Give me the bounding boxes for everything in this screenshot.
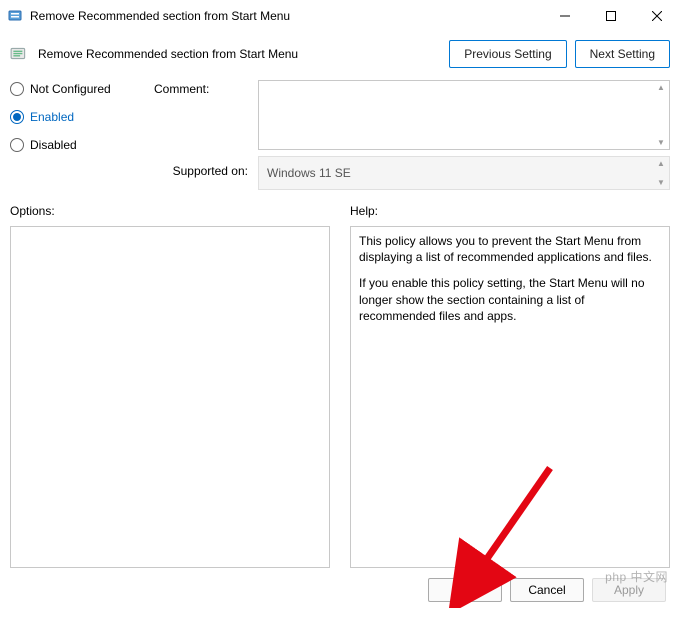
help-paragraph: This policy allows you to prevent the St… bbox=[359, 233, 661, 265]
next-setting-button[interactable]: Next Setting bbox=[575, 40, 670, 68]
policy-title: Remove Recommended section from Start Me… bbox=[38, 47, 441, 61]
options-panel bbox=[10, 226, 330, 568]
radio-label: Disabled bbox=[30, 138, 77, 152]
options-label: Options: bbox=[10, 204, 330, 218]
help-panel: This policy allows you to prevent the St… bbox=[350, 226, 670, 568]
config-grid: Not Configured Enabled Disabled Comment:… bbox=[0, 80, 680, 198]
header-row: Remove Recommended section from Start Me… bbox=[0, 32, 680, 80]
supported-on-label: Supported on: bbox=[154, 156, 254, 178]
scroll-up-icon: ▲ bbox=[657, 159, 665, 168]
options-column: Options: bbox=[10, 204, 330, 568]
window-title: Remove Recommended section from Start Me… bbox=[30, 9, 542, 23]
radio-not-configured[interactable]: Not Configured bbox=[10, 82, 150, 96]
lower-panels: Options: Help: This policy allows you to… bbox=[0, 198, 680, 568]
comment-label: Comment: bbox=[154, 80, 254, 96]
radio-disabled[interactable]: Disabled bbox=[10, 138, 150, 152]
close-button[interactable] bbox=[634, 0, 680, 32]
radio-enabled[interactable]: Enabled bbox=[10, 110, 150, 124]
previous-setting-button[interactable]: Previous Setting bbox=[449, 40, 566, 68]
scroll-up-icon: ▲ bbox=[657, 83, 665, 92]
policy-item-icon bbox=[10, 45, 28, 63]
comment-textarea[interactable]: ▲ ▼ bbox=[258, 80, 670, 150]
dialog-footer: OK Cancel Apply bbox=[0, 568, 680, 612]
help-paragraph: If you enable this policy setting, the S… bbox=[359, 275, 661, 324]
ok-button[interactable]: OK bbox=[428, 578, 502, 602]
scrollbar[interactable]: ▲ ▼ bbox=[653, 81, 669, 149]
scroll-down-icon: ▼ bbox=[657, 138, 665, 147]
scrollbar[interactable]: ▲ ▼ bbox=[653, 157, 669, 189]
radio-dot-icon bbox=[10, 138, 24, 152]
radio-dot-icon bbox=[10, 82, 24, 96]
titlebar: Remove Recommended section from Start Me… bbox=[0, 0, 680, 32]
policy-icon bbox=[8, 8, 24, 24]
help-label: Help: bbox=[350, 204, 670, 218]
radio-label: Enabled bbox=[30, 110, 74, 124]
cancel-button[interactable]: Cancel bbox=[510, 578, 584, 602]
scroll-down-icon: ▼ bbox=[657, 178, 665, 187]
supported-on-value: Windows 11 SE bbox=[267, 166, 351, 180]
maximize-button[interactable] bbox=[588, 0, 634, 32]
radio-dot-icon bbox=[10, 110, 24, 124]
minimize-button[interactable] bbox=[542, 0, 588, 32]
help-column: Help: This policy allows you to prevent … bbox=[350, 204, 670, 568]
state-radio-group: Not Configured Enabled Disabled bbox=[10, 80, 150, 152]
radio-label: Not Configured bbox=[30, 82, 111, 96]
apply-button: Apply bbox=[592, 578, 666, 602]
supported-on-field: Windows 11 SE ▲ ▼ bbox=[258, 156, 670, 190]
